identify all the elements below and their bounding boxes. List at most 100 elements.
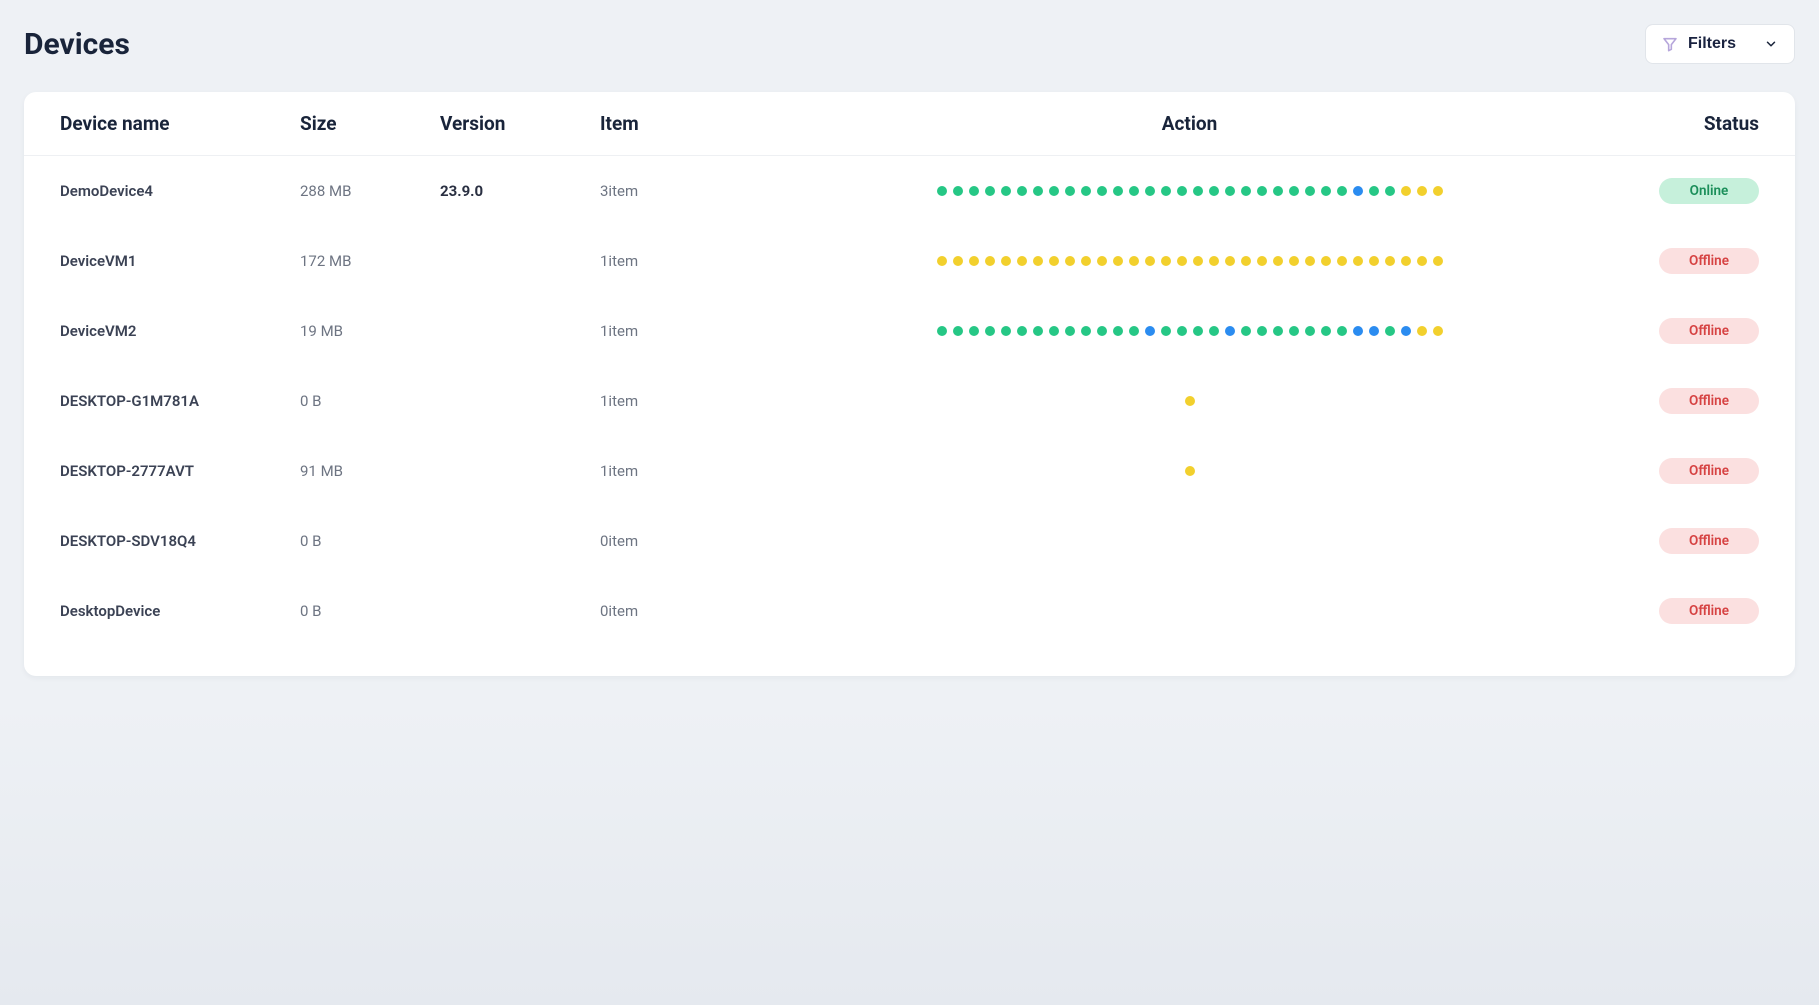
activity-dot-icon	[1385, 326, 1395, 336]
activity-dot-icon	[1257, 326, 1267, 336]
activity-dot-icon	[1337, 186, 1347, 196]
activity-dot-icon	[1385, 186, 1395, 196]
activity-dot-icon	[937, 326, 947, 336]
status-badge: Online	[1659, 178, 1759, 204]
cell-device-name: DemoDevice4	[60, 182, 300, 200]
cell-status: Offline	[1619, 388, 1759, 414]
activity-dot-icon	[1273, 186, 1283, 196]
activity-dot-icon	[1209, 256, 1219, 266]
page-title: Devices	[24, 27, 130, 62]
activity-dot-icon	[969, 186, 979, 196]
activity-dot-icon	[1113, 256, 1123, 266]
activity-dot-icon	[1417, 256, 1427, 266]
activity-dot-icon	[1177, 186, 1187, 196]
cell-size: 288 MB	[300, 182, 440, 200]
cell-size: 172 MB	[300, 252, 440, 270]
cell-action	[760, 396, 1619, 406]
col-header-action: Action	[760, 112, 1619, 135]
cell-item: 1item	[600, 392, 760, 410]
activity-dot-icon	[1193, 186, 1203, 196]
activity-dot-icon	[1241, 186, 1251, 196]
activity-dot-icon	[1305, 186, 1315, 196]
cell-action	[760, 256, 1619, 266]
cell-action	[760, 466, 1619, 476]
activity-dot-icon	[1161, 186, 1171, 196]
activity-dot-icon	[1273, 256, 1283, 266]
col-header-size: Size	[300, 112, 440, 135]
activity-dot-icon	[1353, 326, 1363, 336]
activity-dot-icon	[937, 186, 947, 196]
table-row[interactable]: DeviceVM219 MB1itemOffline	[24, 296, 1795, 366]
activity-dot-icon	[1097, 256, 1107, 266]
activity-dot-icon	[1017, 186, 1027, 196]
activity-dot-icon	[1161, 326, 1171, 336]
activity-dot-icon	[1065, 326, 1075, 336]
cell-status: Online	[1619, 178, 1759, 204]
cell-item: 1item	[600, 322, 760, 340]
activity-dot-icon	[1081, 256, 1091, 266]
table-row[interactable]: DesktopDevice0 B0itemOffline	[24, 576, 1795, 646]
cell-size: 91 MB	[300, 462, 440, 480]
activity-dot-icon	[1369, 256, 1379, 266]
activity-dot-icon	[1129, 326, 1139, 336]
status-badge: Offline	[1659, 318, 1759, 344]
cell-size: 0 B	[300, 602, 440, 620]
chevron-down-icon	[1764, 37, 1778, 51]
status-badge: Offline	[1659, 248, 1759, 274]
activity-dot-icon	[1289, 186, 1299, 196]
activity-dot-icon	[1225, 326, 1235, 336]
activity-dot-icon	[1017, 256, 1027, 266]
activity-dot-icon	[1273, 326, 1283, 336]
activity-dot-icon	[1337, 256, 1347, 266]
table-row[interactable]: DeviceVM1172 MB1itemOffline	[24, 226, 1795, 296]
activity-dot-icon	[1001, 326, 1011, 336]
cell-item: 0item	[600, 532, 760, 550]
activity-dot-icon	[1353, 256, 1363, 266]
activity-dot-icon	[1033, 256, 1043, 266]
filters-button[interactable]: Filters	[1645, 24, 1795, 64]
cell-device-name: DESKTOP-2777AVT	[60, 462, 300, 480]
col-header-item: Item	[600, 112, 760, 135]
activity-dot-icon	[1017, 326, 1027, 336]
cell-version: 23.9.0	[440, 182, 600, 200]
activity-dot-icon	[953, 186, 963, 196]
cell-size: 19 MB	[300, 322, 440, 340]
activity-dot-icon	[1225, 256, 1235, 266]
activity-dot-icon	[969, 256, 979, 266]
activity-dot-icon	[1225, 186, 1235, 196]
activity-dot-icon	[1177, 256, 1187, 266]
cell-size: 0 B	[300, 392, 440, 410]
activity-dot-icon	[1097, 326, 1107, 336]
activity-dot-icon	[1209, 186, 1219, 196]
activity-dot-icon	[1385, 256, 1395, 266]
cell-item: 0item	[600, 602, 760, 620]
activity-dot-icon	[937, 256, 947, 266]
cell-status: Offline	[1619, 318, 1759, 344]
table-row[interactable]: DESKTOP-G1M781A0 B1itemOffline	[24, 366, 1795, 436]
activity-dot-icon	[1289, 326, 1299, 336]
activity-dot-icon	[1081, 186, 1091, 196]
cell-status: Offline	[1619, 248, 1759, 274]
table-row[interactable]: DemoDevice4288 MB23.9.03itemOnline	[24, 156, 1795, 226]
activity-dot-icon	[1305, 326, 1315, 336]
activity-dot-icon	[1065, 256, 1075, 266]
table-header-row: Device name Size Version Item Action Sta…	[24, 92, 1795, 156]
activity-dot-icon	[1433, 326, 1443, 336]
table-row[interactable]: DESKTOP-SDV18Q40 B0itemOffline	[24, 506, 1795, 576]
activity-dot-icon	[1049, 186, 1059, 196]
activity-dot-icon	[1257, 186, 1267, 196]
devices-table-card: Device name Size Version Item Action Sta…	[24, 92, 1795, 676]
activity-dot-icon	[1257, 256, 1267, 266]
activity-dot-icon	[1417, 186, 1427, 196]
activity-dot-icon	[1065, 186, 1075, 196]
filters-label: Filters	[1688, 35, 1754, 53]
table-row[interactable]: DESKTOP-2777AVT91 MB1itemOffline	[24, 436, 1795, 506]
cell-item: 1item	[600, 252, 760, 270]
activity-dot-icon	[1401, 326, 1411, 336]
activity-dot-icon	[1001, 256, 1011, 266]
activity-dot-icon	[1209, 326, 1219, 336]
activity-dot-icon	[1305, 256, 1315, 266]
table-body: DemoDevice4288 MB23.9.03itemOnlineDevice…	[24, 156, 1795, 646]
status-badge: Offline	[1659, 598, 1759, 624]
activity-dot-icon	[1185, 396, 1195, 406]
